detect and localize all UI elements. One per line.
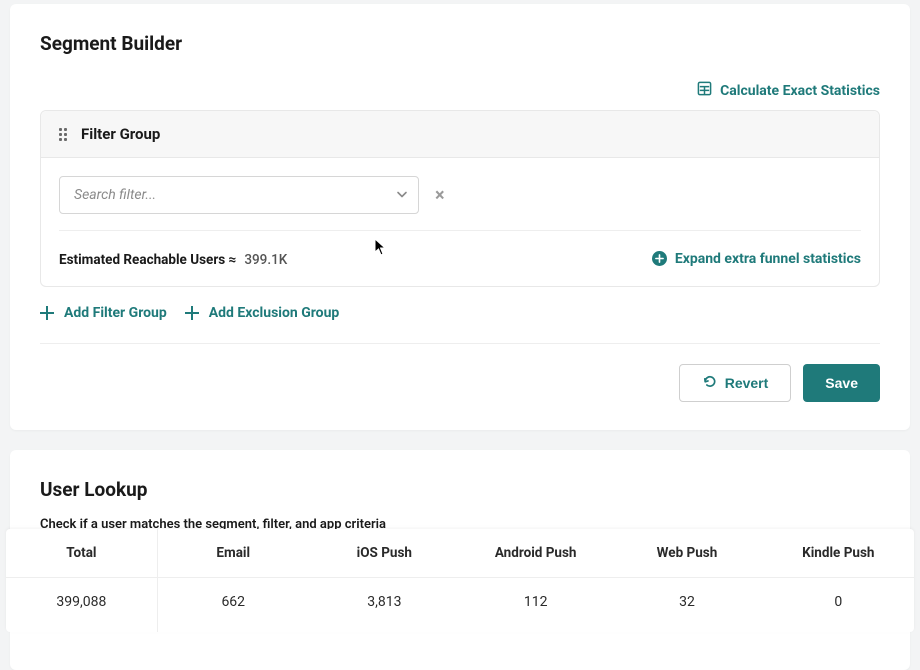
undo-icon	[702, 374, 717, 392]
stats-header-email: Email	[157, 529, 308, 578]
estimated-reachable-users: Estimated Reachable Users ≈ 399.1K	[59, 249, 287, 268]
add-exclusion-group-label: Add Exclusion Group	[209, 305, 340, 321]
stats-table: Total Email iOS Push Android Push Web Pu…	[6, 529, 914, 632]
filter-stats-row: Estimated Reachable Users ≈ 399.1K Expan…	[59, 231, 861, 268]
expand-funnel-label: Expand extra funnel statistics	[675, 251, 861, 267]
stats-value-email: 662	[157, 578, 308, 633]
close-icon: ×	[435, 185, 445, 206]
calculator-icon	[697, 81, 712, 100]
calculate-exact-statistics-label: Calculate Exact Statistics	[720, 83, 880, 99]
plus-icon	[40, 306, 54, 320]
stats-value-ios-push: 3,813	[309, 578, 460, 633]
add-filter-group-label: Add Filter Group	[64, 305, 167, 321]
stats-value-kindle-push: 0	[763, 578, 914, 633]
action-buttons-row: Revert Save	[40, 364, 880, 402]
calc-stats-row: Calculate Exact Statistics	[40, 81, 880, 100]
filter-group-header: Filter Group	[41, 111, 879, 158]
calculate-exact-statistics-link[interactable]: Calculate Exact Statistics	[697, 81, 880, 100]
filter-row: Search filter... ×	[59, 176, 861, 231]
estimated-value: 399.1K	[244, 252, 287, 268]
stats-value-web-push: 32	[611, 578, 762, 633]
save-button[interactable]: Save	[803, 364, 880, 402]
stats-value-total: 399,088	[6, 578, 157, 633]
segment-builder-title: Segment Builder	[40, 32, 880, 55]
estimated-label: Estimated Reachable Users ≈	[59, 252, 236, 268]
add-exclusion-group-button[interactable]: Add Exclusion Group	[185, 305, 340, 321]
stats-value-android-push: 112	[460, 578, 611, 633]
circle-plus-icon	[652, 251, 667, 266]
stats-header-web-push: Web Push	[611, 529, 762, 578]
stats-table-value-row: 399,088 662 3,813 112 32 0	[6, 578, 914, 633]
add-group-row: Add Filter Group Add Exclusion Group	[40, 305, 880, 344]
stats-header-ios-push: iOS Push	[309, 529, 460, 578]
stats-table-header-row: Total Email iOS Push Android Push Web Pu…	[6, 529, 914, 578]
plus-icon	[185, 306, 199, 320]
expand-funnel-statistics-link[interactable]: Expand extra funnel statistics	[652, 251, 861, 267]
remove-filter-button[interactable]: ×	[431, 181, 449, 210]
stats-header-total: Total	[6, 529, 157, 578]
filter-group-body: Search filter... × Estimated Reachable U…	[41, 158, 879, 286]
filter-group-title: Filter Group	[81, 125, 160, 143]
chevron-down-icon	[396, 186, 408, 205]
revert-button[interactable]: Revert	[679, 364, 792, 402]
search-filter-select[interactable]: Search filter...	[59, 176, 419, 214]
filter-group: Filter Group Search filter... × Estimate…	[40, 110, 880, 287]
save-label: Save	[825, 375, 858, 391]
stats-header-kindle-push: Kindle Push	[763, 529, 914, 578]
segment-builder-card: Segment Builder Calculate Exact Statisti…	[10, 4, 910, 430]
revert-label: Revert	[725, 375, 769, 391]
stats-header-android-push: Android Push	[460, 529, 611, 578]
search-filter-placeholder: Search filter...	[74, 187, 156, 203]
user-lookup-title: User Lookup	[40, 478, 880, 501]
stats-table-panel: Total Email iOS Push Android Push Web Pu…	[6, 529, 914, 632]
drag-handle-icon[interactable]	[59, 128, 67, 141]
add-filter-group-button[interactable]: Add Filter Group	[40, 305, 167, 321]
